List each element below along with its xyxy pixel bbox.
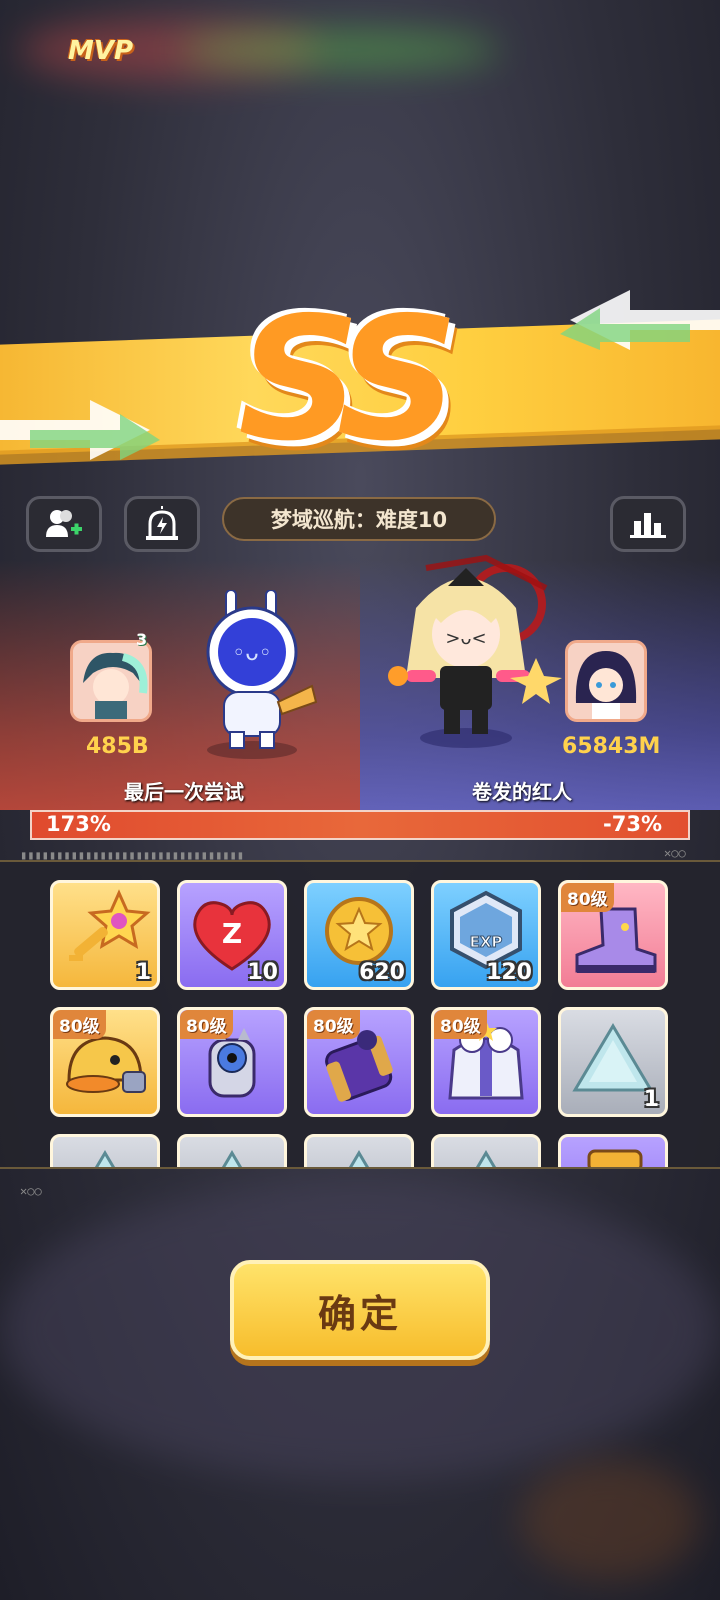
crystal-shard-icon	[94, 1150, 116, 1167]
reward-qty: 1	[135, 960, 151, 985]
reward-tile[interactable]: 80级	[50, 1007, 160, 1117]
arrow-left-icon	[560, 290, 720, 350]
grade-text: SS	[238, 281, 459, 479]
damage-ratio-bar	[30, 810, 690, 840]
gold-item-icon	[587, 1149, 643, 1167]
reward-tile[interactable]: Z 10	[177, 880, 287, 990]
svg-text:EXP: EXP	[470, 933, 503, 951]
mode-title: 梦域巡航：难度10	[222, 497, 496, 541]
reward-tile[interactable]: 80级	[431, 1007, 541, 1117]
player-rank-badge: 3	[136, 630, 148, 649]
item-level-badge: 80级	[307, 1010, 360, 1039]
report-button[interactable]	[124, 496, 200, 552]
mvp-badge: MVP	[68, 36, 134, 66]
left-team-name: 最后一次尝试	[124, 780, 244, 804]
divider-decoration: ✕○○	[20, 1184, 42, 1198]
player-portrait-icon	[73, 643, 149, 719]
reward-tile[interactable]: 1	[558, 1007, 668, 1117]
add-friend-icon	[46, 510, 82, 537]
reward-tile[interactable]	[177, 1134, 287, 1167]
svg-text:Z: Z	[222, 917, 242, 950]
reward-qty: 620	[359, 960, 405, 985]
stats-chart-icon	[630, 513, 666, 538]
reward-qty: 120	[486, 960, 532, 985]
right-player-avatar[interactable]	[565, 640, 647, 722]
rewards-grid[interactable]: 1 Z 10 620 EXP 120 80级 80级 80级 80级 80级 1	[0, 860, 720, 1169]
left-player-avatar[interactable]	[70, 640, 152, 722]
svg-text:>ᴗ<: >ᴗ<	[445, 628, 486, 649]
right-ratio-value: -73%	[603, 812, 662, 836]
confirm-button[interactable]: 确定	[230, 1260, 490, 1360]
player-portrait-icon	[568, 643, 644, 719]
item-level-badge: 80级	[180, 1010, 233, 1039]
item-level-badge: 80级	[561, 883, 614, 912]
left-score: 485B	[86, 734, 149, 759]
reward-tile[interactable]: 1	[50, 880, 160, 990]
reward-tile[interactable]: 80级	[304, 1007, 414, 1117]
reward-tile[interactable]	[304, 1134, 414, 1167]
reward-tile[interactable]: 80级	[177, 1007, 287, 1117]
svg-text:◦ᴗ◦: ◦ᴗ◦	[232, 641, 271, 666]
background-blob	[520, 1460, 700, 1580]
crystal-shard-icon	[348, 1150, 370, 1167]
reward-tile[interactable]	[431, 1134, 541, 1167]
item-level-badge: 80级	[53, 1010, 106, 1039]
reward-tile[interactable]	[50, 1134, 160, 1167]
reward-qty: 1	[643, 1087, 659, 1112]
right-team-name: 卷发的红人	[472, 780, 572, 804]
reward-tile[interactable]: 620	[304, 880, 414, 990]
background-blob	[180, 30, 500, 70]
item-level-badge: 80级	[434, 1010, 487, 1039]
report-alarm-icon	[146, 506, 178, 540]
reward-qty: 10	[247, 960, 278, 985]
reward-tile[interactable]: 80级	[558, 880, 668, 990]
crystal-shard-icon	[221, 1150, 243, 1167]
right-score: 65843M	[562, 734, 661, 759]
astronaut-character-icon: ◦ᴗ◦	[206, 590, 318, 759]
blonde-girl-character-icon: >ᴗ<	[388, 554, 562, 748]
left-ratio-value: 173%	[46, 812, 111, 836]
grade-banner: SS	[0, 290, 720, 470]
reward-tile[interactable]: EXP 120	[431, 880, 541, 990]
divider-decoration: ✕○○	[664, 846, 686, 860]
reward-tile[interactable]	[558, 1134, 668, 1167]
stats-button[interactable]	[610, 496, 686, 552]
add-friend-button[interactable]	[26, 496, 102, 552]
arrow-right-icon	[0, 400, 160, 460]
crystal-shard-icon	[475, 1150, 497, 1167]
